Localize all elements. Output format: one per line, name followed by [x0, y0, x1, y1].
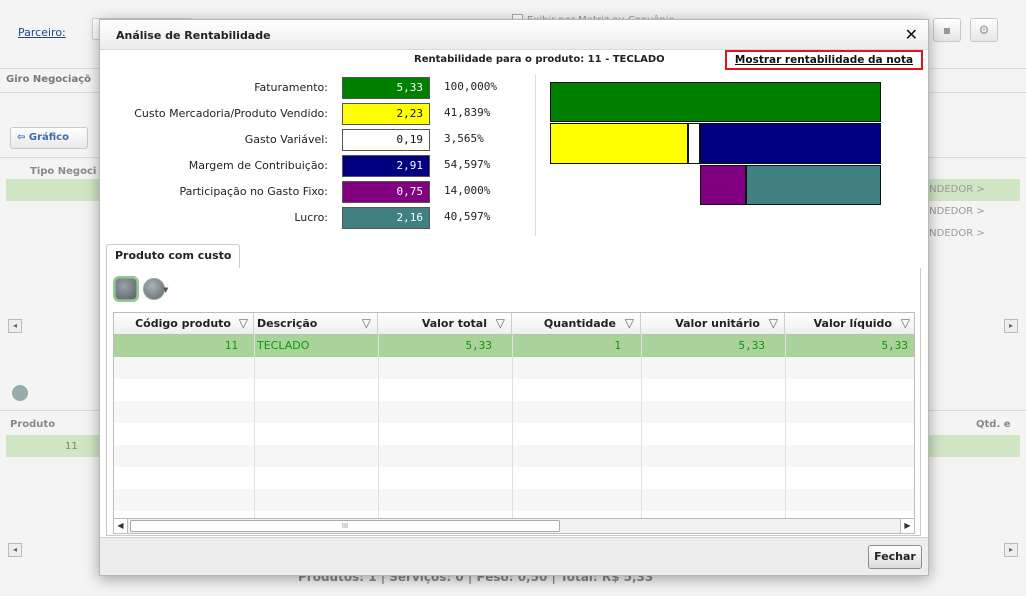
export-icon[interactable]	[143, 278, 165, 300]
col-codigo-produto[interactable]: Código produto ▽	[114, 313, 254, 335]
metric-percent: 54,597%	[444, 158, 491, 171]
rentabilidade-dialog: Análise de Rentabilidade ✕ Rentabilidade…	[99, 19, 929, 576]
tipo-negociacao-header: Tipo Negoci	[30, 166, 97, 177]
col-valor-liquido[interactable]: Valor líquido ▽	[785, 313, 914, 335]
metric-value: 5,33	[342, 77, 430, 99]
empty-row	[114, 489, 914, 511]
col-valor-liquido-label: Valor líquido	[813, 317, 892, 330]
filter-icon[interactable]: ▽	[625, 313, 634, 334]
filter-icon[interactable]: ▽	[496, 313, 505, 334]
produto-header: Produto	[10, 419, 56, 430]
col-valor-total[interactable]: Valor total ▽	[378, 313, 512, 335]
filter-icon[interactable]: ▽	[239, 313, 248, 334]
cell-valor-liquido: 5,33	[881, 339, 909, 352]
col-quantidade[interactable]: Quantidade ▽	[512, 313, 641, 335]
tab-produto-com-custo[interactable]: Produto com custo	[106, 244, 241, 268]
background-product-code: 11	[65, 441, 78, 452]
scroll-right-arrow-2[interactable]: ▸	[1004, 543, 1018, 557]
metric-percent: 14,000%	[444, 184, 491, 197]
bar-lucro	[746, 165, 881, 205]
horizontal-scrollbar[interactable]: ◀ III ▶	[113, 518, 915, 534]
metric-percent: 3,565%	[444, 132, 484, 145]
metric-percent: 100,000%	[444, 80, 497, 93]
action-circle-icon[interactable]	[12, 385, 28, 401]
col-descricao[interactable]: Descrição ▽	[254, 313, 378, 335]
metric-percent: 41,839%	[444, 106, 491, 119]
scroll-right-arrow[interactable]: ▸	[1004, 319, 1018, 333]
produto-grid: Código produto ▽ Descrição ▽ Valor total…	[113, 312, 915, 522]
scroll-left-icon[interactable]: ◀	[114, 519, 128, 533]
metric-label: Margem de Contribuição:	[188, 159, 328, 172]
metric-label: Faturamento:	[254, 81, 328, 94]
save-icon-button[interactable]: ▪	[933, 18, 961, 42]
empty-row	[114, 445, 914, 467]
metric-value: 0,75	[342, 181, 430, 203]
scroll-left-arrow-2[interactable]: ◂	[8, 543, 22, 557]
col-codigo-label: Código produto	[135, 317, 231, 330]
col-quantidade-label: Quantidade	[543, 317, 616, 330]
dialog-header: Análise de Rentabilidade ✕	[100, 20, 928, 50]
metric-label: Gasto Variável:	[244, 133, 328, 146]
metric-value: 2,91	[342, 155, 430, 177]
grafico-button[interactable]: ⇦ Gráfico	[10, 127, 88, 149]
metric-value: 0,19	[342, 129, 430, 151]
parceiro-label[interactable]: Parceiro:	[18, 26, 66, 39]
metric-value: 2,16	[342, 207, 430, 229]
empty-row	[114, 401, 914, 423]
metric-label: Custo Mercadoria/Produto Vendido:	[134, 107, 328, 120]
grafico-label: Gráfico	[28, 132, 69, 143]
fechar-button[interactable]: Fechar	[868, 545, 922, 569]
filter-icon[interactable]: ▽	[769, 313, 778, 334]
scroll-right-icon[interactable]: ▶	[900, 519, 914, 533]
col-valor-unitario[interactable]: Valor unitário ▽	[641, 313, 785, 335]
bar-margem-contribuicao	[700, 123, 881, 164]
produto-custo-panel: ▼ Código produto ▽ Descrição ▽ Valor tot…	[106, 268, 921, 536]
metric-label: Participação no Gasto Fixo:	[179, 185, 328, 198]
gear-icon-button[interactable]: ⚙	[970, 18, 998, 42]
metric-value: 2,23	[342, 103, 430, 125]
col-descricao-label: Descrição	[257, 317, 318, 330]
filter-icon[interactable]: ▽	[362, 313, 371, 334]
grid-header: Código produto ▽ Descrição ▽ Valor total…	[114, 313, 914, 335]
bar-gasto-fixo	[700, 165, 746, 205]
mostrar-rentabilidade-nota-link[interactable]: Mostrar rentabilidade da nota	[725, 50, 923, 70]
metric-label: Lucro:	[294, 211, 328, 224]
bar-gasto-variavel	[688, 123, 700, 164]
cell-quantidade: 1	[614, 339, 621, 352]
dialog-footer: Fechar	[100, 537, 928, 575]
qtd-header: Qtd. e	[976, 419, 1011, 430]
cell-valor-total: 5,33	[465, 339, 493, 352]
chevron-down-icon[interactable]: ▼	[163, 286, 168, 294]
divider	[535, 74, 536, 236]
empty-row	[114, 357, 914, 379]
close-icon[interactable]: ✕	[905, 25, 918, 44]
cell-descricao: TECLADO	[257, 339, 310, 352]
col-valor-unitario-label: Valor unitário	[675, 317, 760, 330]
grid-view-icon[interactable]	[113, 276, 139, 302]
cell-valor-unitario: 5,33	[738, 339, 766, 352]
table-row[interactable]: 11 TECLADO 5,33 1 5,33 5,33	[114, 335, 914, 357]
filter-icon[interactable]: ▽	[901, 313, 910, 334]
metric-percent: 40,597%	[444, 210, 491, 223]
col-valor-total-label: Valor total	[421, 317, 487, 330]
cell-codigo: 11	[224, 339, 238, 352]
scroll-left-arrow[interactable]: ◂	[8, 319, 22, 333]
dialog-title: Análise de Rentabilidade	[116, 29, 271, 42]
bar-custo-mercadoria	[550, 123, 688, 164]
giro-negociacao-title: Giro Negociaçõ	[6, 74, 91, 85]
rentabilidade-caption: Rentabilidade para o produto: 11 - TECLA…	[414, 54, 665, 65]
scroll-thumb[interactable]: III	[130, 520, 560, 532]
bar-faturamento	[550, 82, 881, 122]
